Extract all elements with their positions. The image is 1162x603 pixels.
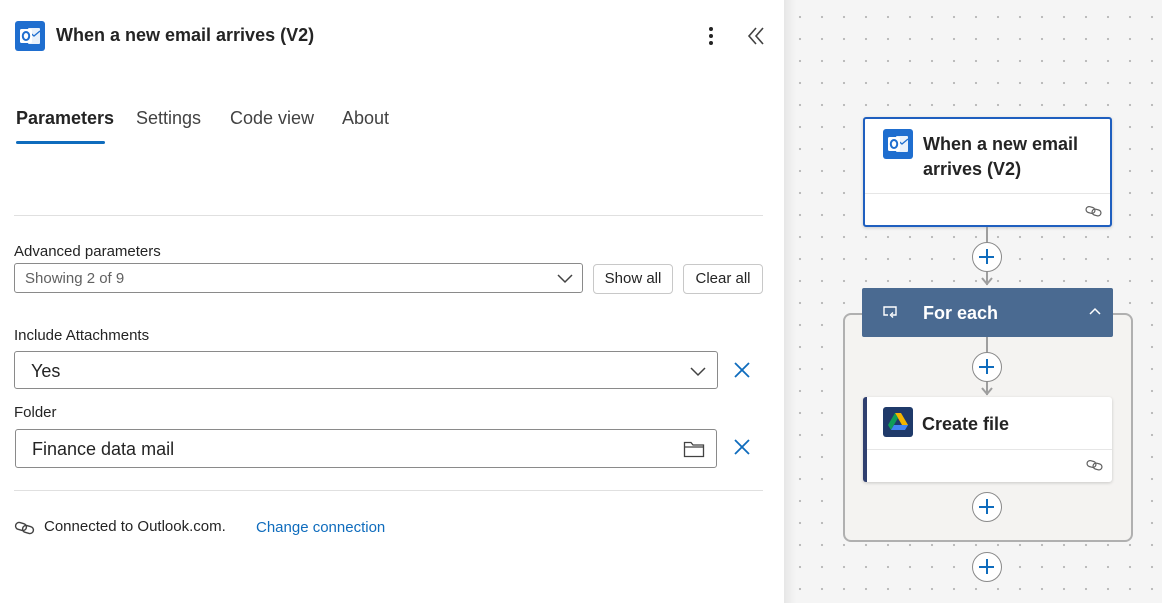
advanced-parameters-label: Advanced parameters xyxy=(14,243,161,260)
tab-about[interactable]: About xyxy=(342,108,389,129)
connection-status: Connected to Outlook.com. xyxy=(44,518,226,535)
tab-parameters[interactable]: Parameters xyxy=(16,108,114,129)
tab-settings[interactable]: Settings xyxy=(136,108,201,129)
close-icon xyxy=(734,362,750,378)
folder-label: Folder xyxy=(14,404,57,421)
add-step-button[interactable] xyxy=(972,552,1002,582)
foreach-title: For each xyxy=(923,303,999,323)
add-step-button[interactable] xyxy=(972,352,1002,382)
panel-edge-shadow xyxy=(784,0,796,603)
chevron-up-icon xyxy=(1089,307,1101,315)
more-options-button[interactable] xyxy=(700,23,722,49)
double-chevron-left-icon xyxy=(747,27,764,45)
include-attachments-dropdown[interactable]: Yes xyxy=(14,351,718,389)
include-attachments-value: Yes xyxy=(31,361,61,381)
details-panel: When a new email arrives (V2) Parameters… xyxy=(0,0,784,603)
outlook-icon xyxy=(15,21,45,51)
active-tab-indicator xyxy=(16,141,105,144)
trigger-card[interactable]: When a new email arrives (V2) xyxy=(863,117,1112,227)
card-divider xyxy=(867,449,1112,450)
foreach-header[interactable]: For each xyxy=(862,288,1113,337)
advanced-parameters-dropdown[interactable]: Showing 2 of 9 xyxy=(14,263,583,293)
outlook-icon xyxy=(883,129,913,159)
create-file-title: Create file xyxy=(922,414,1010,434)
trigger-title: When a new email arrives (V2) xyxy=(923,134,1079,179)
link-icon xyxy=(1086,460,1103,471)
remove-folder-button[interactable] xyxy=(731,436,753,458)
create-file-card[interactable]: Create file xyxy=(863,397,1112,482)
panel-title: When a new email arrives (V2) xyxy=(56,25,315,45)
arrow-down-icon xyxy=(981,277,993,286)
loop-icon xyxy=(883,306,897,318)
folder-icon xyxy=(683,441,705,458)
folder-value: Finance data mail xyxy=(32,439,175,459)
remove-include-attachments-button[interactable] xyxy=(731,359,753,381)
clear-all-button[interactable]: Clear all xyxy=(683,264,763,294)
chevron-down-icon xyxy=(690,367,706,377)
add-step-button[interactable] xyxy=(972,242,1002,272)
show-all-button[interactable]: Show all xyxy=(593,264,673,294)
collapse-panel-button[interactable] xyxy=(745,24,767,48)
divider xyxy=(14,215,763,216)
close-icon xyxy=(734,439,750,455)
advanced-parameters-value: Showing 2 of 9 xyxy=(25,270,125,287)
link-icon xyxy=(1085,206,1102,217)
divider xyxy=(14,490,763,491)
include-attachments-label: Include Attachments xyxy=(14,327,150,344)
change-connection-link[interactable]: Change connection xyxy=(256,519,385,536)
card-divider xyxy=(865,193,1110,194)
chevron-down-icon xyxy=(557,274,573,284)
more-vertical-icon xyxy=(709,27,713,45)
tab-code-view[interactable]: Code view xyxy=(230,108,314,129)
arrow-down-icon xyxy=(981,387,993,396)
folder-field[interactable]: Finance data mail xyxy=(15,429,717,468)
link-icon xyxy=(14,521,35,535)
google-drive-icon xyxy=(883,407,913,437)
add-step-button[interactable] xyxy=(972,492,1002,522)
